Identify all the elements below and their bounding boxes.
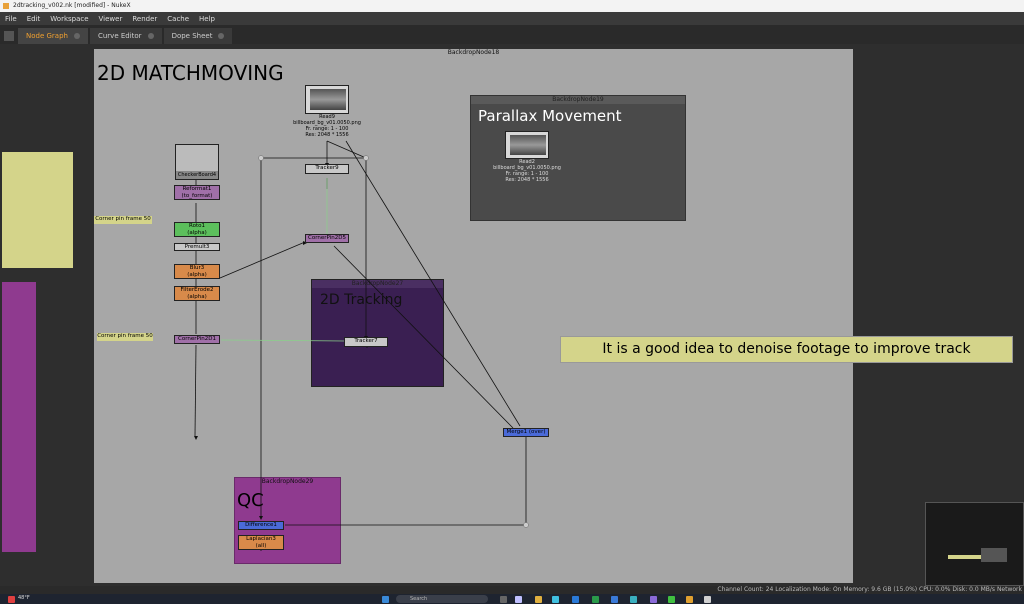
status-bar: Channel Count: 24 Localization Mode: On …: [0, 586, 1024, 594]
filtererode-label: FilterErode2: [180, 287, 214, 293]
close-icon[interactable]: [73, 33, 80, 39]
edge-browser-icon[interactable]: [552, 596, 559, 603]
cornerpin5-label: CornerPin2D5: [308, 235, 346, 241]
node-connections: [194, 140, 529, 551]
menu-bar: File Edit Workspace Viewer Render Cache …: [0, 12, 1024, 25]
menu-render[interactable]: Render: [127, 15, 162, 23]
window-titlebar: 2dtracking_v002.nk [modified] - NukeX: [0, 0, 1024, 12]
cornerpin1-node[interactable]: CornerPin2D1: [174, 335, 220, 344]
node-graph-canvas[interactable]: BackdropNode18 2D MATCHMOVING BackdropNo…: [0, 44, 1024, 586]
status-text: Channel Count: 24 Localization Mode: On …: [717, 586, 1022, 593]
cornerpin5-node[interactable]: CornerPin2D5: [305, 234, 349, 243]
weather-icon[interactable]: [8, 596, 15, 603]
checkerboard-label: CheckerBoard4: [176, 171, 218, 179]
read9-caption: Read9 billboard_bg_v01.0050.png Fr. rang…: [285, 114, 369, 138]
nuke-taskbar-icon-2[interactable]: [704, 596, 711, 603]
premult-node[interactable]: Premult3: [174, 243, 220, 251]
file-explorer-icon[interactable]: [535, 596, 542, 603]
app-icon[interactable]: [668, 596, 675, 603]
copilot-icon[interactable]: [515, 596, 522, 603]
blur-node[interactable]: Blur3 (alpha): [174, 264, 220, 279]
reformat-label: Reformat1: [182, 186, 212, 192]
nuke-app-icon: [3, 3, 9, 9]
node-graph-minimap[interactable]: [925, 502, 1024, 586]
read9-thumbnail: [310, 89, 346, 110]
nuke-taskbar-icon[interactable]: [686, 596, 693, 603]
outlook-icon[interactable]: [572, 596, 579, 603]
laplacian-sub: (all): [255, 543, 267, 549]
read2-res: Res: 2048 * 1556: [505, 177, 549, 183]
windows-start-icon[interactable]: [382, 596, 389, 603]
read9-node[interactable]: [305, 85, 349, 114]
minimap-viewport: [981, 548, 1007, 562]
cornerpin1-label: CornerPin2D1: [178, 336, 216, 342]
menu-help[interactable]: Help: [194, 15, 220, 23]
app-icon[interactable]: [650, 596, 657, 603]
read2-node[interactable]: [505, 131, 549, 159]
roto-label: Roto1: [189, 223, 205, 229]
blur-label: Blur3: [189, 265, 205, 271]
window-title: 2dtracking_v002.nk [modified] - NukeX: [13, 2, 131, 9]
difference-node[interactable]: Difference1: [238, 521, 284, 530]
tab-label: Node Graph: [26, 32, 68, 40]
weather-text: 48°F: [18, 595, 30, 601]
menu-workspace[interactable]: Workspace: [45, 15, 93, 23]
tracker7-label: Tracker7: [354, 338, 378, 344]
reformat-sub: (to_format): [181, 193, 213, 199]
tab-curve-editor[interactable]: Curve Editor: [89, 28, 162, 44]
filtererode-sub: (alpha): [187, 294, 207, 300]
excel-icon[interactable]: [592, 596, 599, 603]
tracker7-node[interactable]: Tracker7: [344, 337, 388, 347]
task-view-icon[interactable]: [500, 596, 507, 603]
merge-label: Merge1 (over): [506, 429, 546, 435]
taskbar-search[interactable]: Search: [396, 595, 488, 603]
tab-label: Dope Sheet: [171, 32, 213, 40]
pane-menu-icon[interactable]: [4, 31, 14, 41]
roto-sub: (alpha): [187, 230, 207, 236]
laplacian-label: Laplacian3: [246, 536, 276, 542]
close-icon[interactable]: [147, 33, 154, 39]
sticky-note-cornerpin-2[interactable]: Corner pin frame 50: [97, 333, 153, 341]
read9-res: Res: 2048 * 1556: [305, 132, 349, 138]
close-icon[interactable]: [218, 33, 225, 39]
read2-caption: Read2 billboard_bg_v01.0050.png Fr. rang…: [485, 159, 569, 183]
panel-tab-bar: Node Graph Curve Editor Dope Sheet: [0, 25, 1024, 44]
tracker9-node[interactable]: Tracker9: [305, 164, 349, 174]
premult-label: Premult3: [184, 244, 210, 250]
search-label: Search: [410, 596, 428, 602]
merge-node[interactable]: Merge1 (over): [503, 428, 549, 437]
tab-dope-sheet[interactable]: Dope Sheet: [163, 28, 233, 44]
os-taskbar: 48°F Search: [0, 594, 1024, 604]
menu-edit[interactable]: Edit: [22, 15, 46, 23]
sticky-note-denoise[interactable]: It is a good idea to denoise footage to …: [560, 336, 1013, 363]
teams-icon[interactable]: [630, 596, 637, 603]
menu-file[interactable]: File: [0, 15, 22, 23]
sticky-note-cornerpin-1[interactable]: Corner pin frame 50: [94, 216, 152, 224]
tab-node-graph[interactable]: Node Graph: [18, 28, 88, 44]
read2-thumbnail: [510, 135, 546, 155]
checkerboard-node[interactable]: CheckerBoard4: [175, 144, 219, 180]
laplacian-node[interactable]: Laplacian3 (all): [238, 535, 284, 550]
roto-node[interactable]: Roto1 (alpha): [174, 222, 220, 237]
word-icon[interactable]: [611, 596, 618, 603]
difference-label: Difference1: [245, 522, 277, 528]
menu-viewer[interactable]: Viewer: [94, 15, 128, 23]
blur-sub: (alpha): [187, 272, 207, 278]
tab-label: Curve Editor: [97, 32, 142, 40]
tracker9-label: Tracker9: [315, 165, 339, 171]
reformat-node[interactable]: Reformat1 (to_format): [174, 185, 220, 200]
menu-cache[interactable]: Cache: [162, 15, 194, 23]
filtererode-node[interactable]: FilterErode2 (alpha): [174, 286, 220, 301]
